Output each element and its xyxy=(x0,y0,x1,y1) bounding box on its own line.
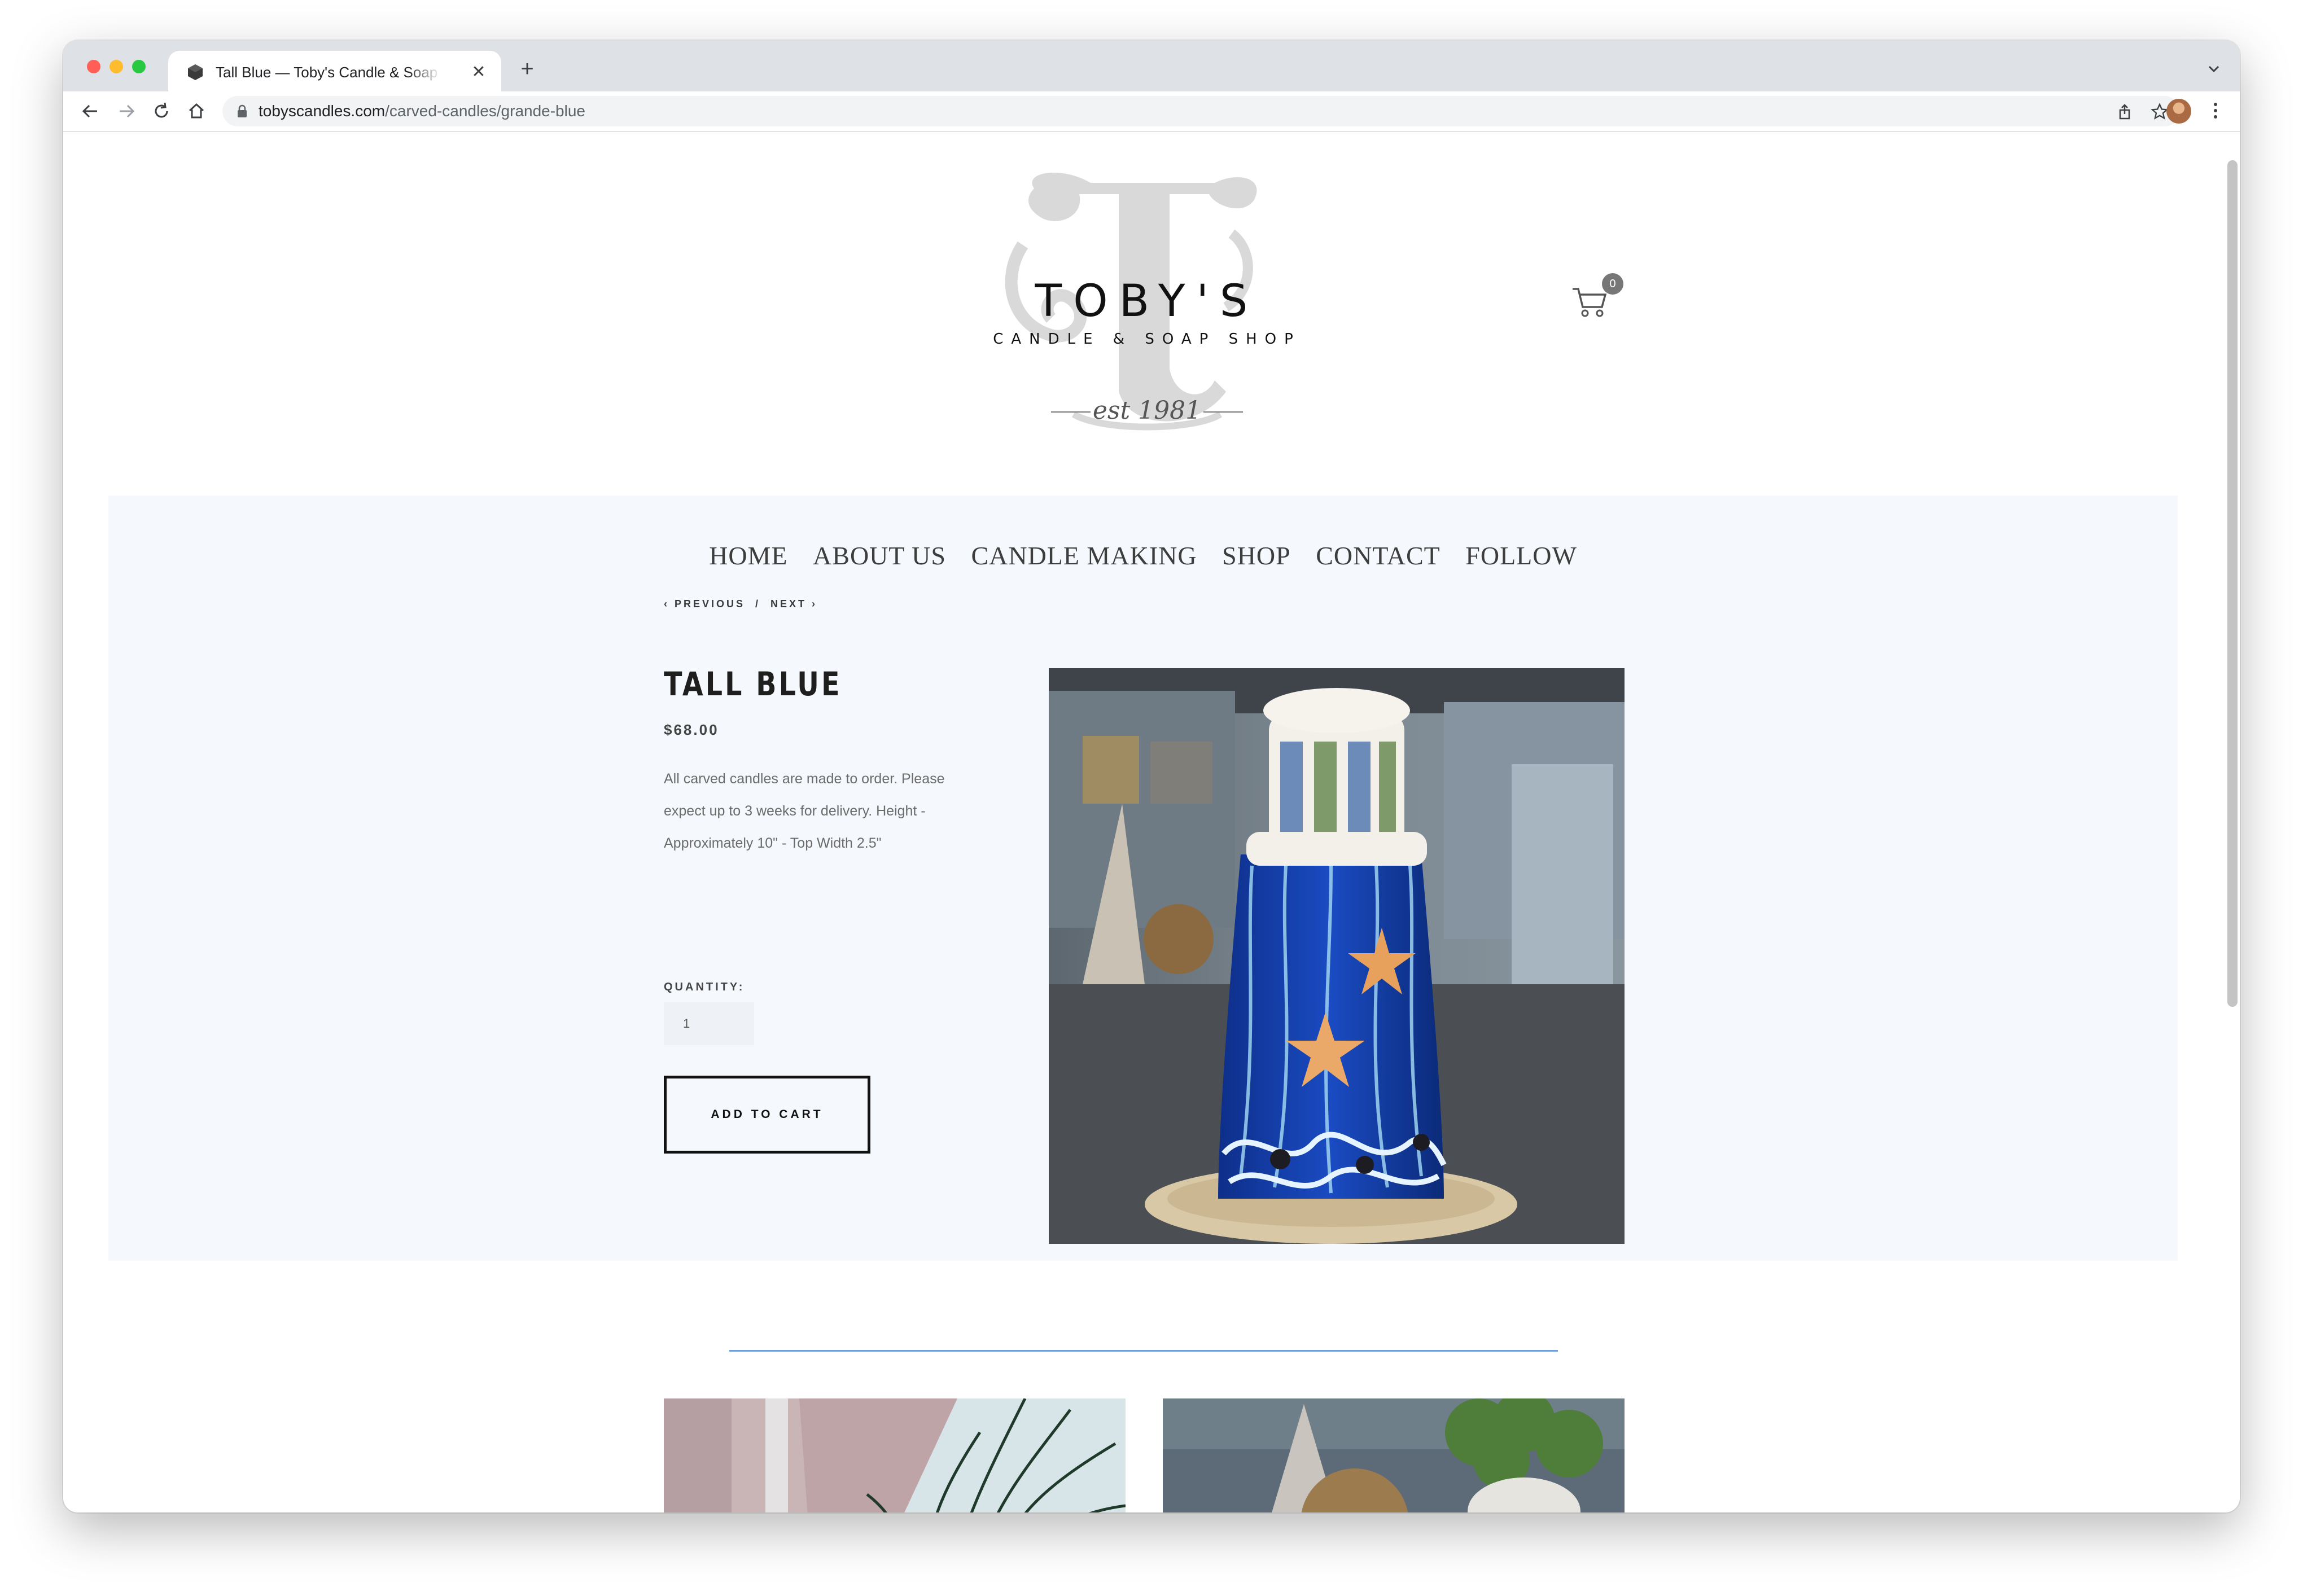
product-image[interactable] xyxy=(1049,668,1625,1244)
related-product-thumbnail[interactable] xyxy=(664,1398,1126,1512)
established-badge: est 1981 xyxy=(1051,394,1243,428)
nav-candle-making[interactable]: CANDLE MAKING xyxy=(971,541,1197,571)
page-viewport: TOBY'S CANDLE & SOAP SHOP est 1981 0 HOM… xyxy=(63,132,2240,1512)
close-window-button[interactable] xyxy=(87,60,100,73)
chevron-down-icon[interactable] xyxy=(2203,58,2225,80)
tab-strip: Tall Blue — Toby's Candle & Soap Shop ✕ … xyxy=(63,41,2240,91)
candle-photo xyxy=(1049,668,1625,1244)
product-description: All carved candles are made to order. Pl… xyxy=(664,771,945,851)
product-pager: ‹ PREVIOUS / NEXT › xyxy=(664,598,827,610)
browser-toolbar: tobyscandles.com/carved-candles/grande-b… xyxy=(63,91,2240,132)
reload-icon[interactable] xyxy=(149,99,174,124)
quantity-input[interactable] xyxy=(664,1002,754,1045)
main-nav: HOME ABOUT US CANDLE MAKING SHOP CONTACT… xyxy=(108,541,2178,571)
cart-count-badge: 0 xyxy=(1602,273,1623,295)
quantity-label: QUANTITY: xyxy=(664,981,745,993)
profile-avatar[interactable] xyxy=(2166,99,2191,124)
established-year: est 1981 xyxy=(1092,396,1202,425)
site-logo[interactable]: TOBY'S CANDLE & SOAP SHOP est 1981 xyxy=(989,166,1305,431)
section-divider xyxy=(729,1350,1558,1352)
next-link[interactable]: NEXT › xyxy=(770,598,817,610)
nav-follow[interactable]: FOLLOW xyxy=(1465,541,1577,571)
forward-arrow-icon[interactable] xyxy=(114,99,139,124)
product-panel: HOME ABOUT US CANDLE MAKING SHOP CONTACT… xyxy=(108,496,2178,1261)
brand-name: TOBY'S xyxy=(1035,276,1259,327)
share-icon[interactable] xyxy=(2116,103,2134,121)
new-tab-button[interactable]: + xyxy=(515,56,540,81)
lock-icon xyxy=(238,104,247,117)
page-scrollbar[interactable] xyxy=(2227,160,2238,1007)
sailboat-photo xyxy=(664,1398,1126,1512)
url-path: /carved-candles/grande-blue xyxy=(385,102,585,120)
nav-shop[interactable]: SHOP xyxy=(1222,541,1291,571)
product-price: $68.00 xyxy=(664,721,719,738)
minimize-window-button[interactable] xyxy=(110,60,123,73)
nav-home[interactable]: HOME xyxy=(709,541,787,571)
tab-title: Tall Blue — Toby's Candle & Soap Shop xyxy=(216,64,441,81)
nav-contact[interactable]: CONTACT xyxy=(1316,541,1441,571)
add-to-cart-button[interactable]: ADD TO CART xyxy=(664,1076,870,1154)
address-bar[interactable]: tobyscandles.com/carved-candles/grande-b… xyxy=(222,96,2180,126)
previous-link[interactable]: ‹ PREVIOUS xyxy=(664,598,745,610)
back-arrow-icon[interactable] xyxy=(78,99,103,124)
browser-tab[interactable]: Tall Blue — Toby's Candle & Soap Shop ✕ xyxy=(168,51,501,91)
url-text: tobyscandles.com/carved-candles/grande-b… xyxy=(259,101,585,121)
shelf-decor-photo xyxy=(1163,1398,1625,1512)
candle-favicon-icon xyxy=(188,64,203,80)
browser-window: Tall Blue — Toby's Candle & Soap Shop ✕ … xyxy=(63,41,2240,1512)
home-icon[interactable] xyxy=(184,99,209,124)
close-tab-icon[interactable]: ✕ xyxy=(469,62,489,82)
more-menu-icon[interactable] xyxy=(2207,98,2224,123)
related-product-thumbnail[interactable] xyxy=(1163,1398,1625,1512)
url-host: tobyscandles.com xyxy=(259,102,386,120)
nav-about-us[interactable]: ABOUT US xyxy=(813,541,946,571)
cart-button[interactable]: 0 xyxy=(1570,273,1632,318)
maximize-window-button[interactable] xyxy=(132,60,146,73)
brand-tagline: CANDLE & SOAP SHOP xyxy=(993,331,1301,348)
pager-separator: / xyxy=(755,598,761,610)
product-title: TALL BLUE xyxy=(664,665,842,703)
